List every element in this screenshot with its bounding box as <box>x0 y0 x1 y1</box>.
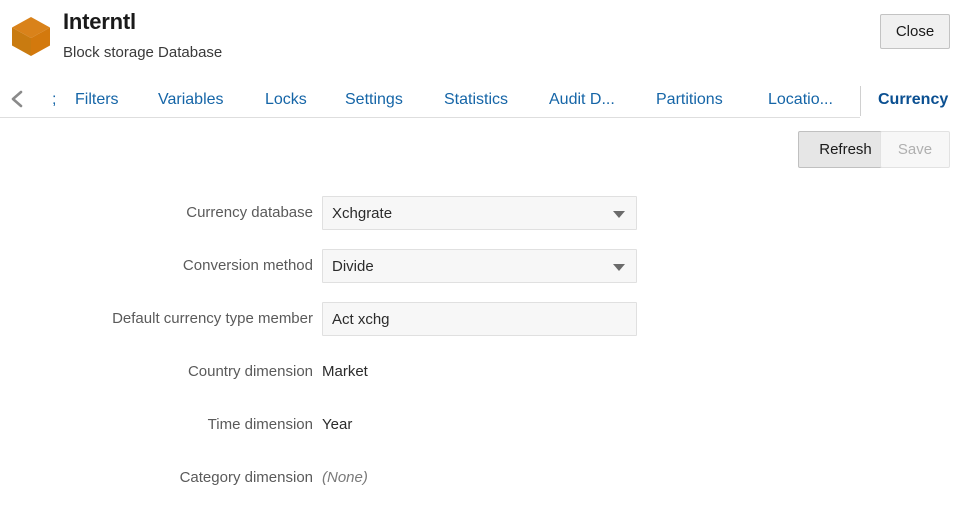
tab-locks[interactable]: Locks <box>265 85 307 115</box>
tab-settings[interactable]: Settings <box>345 85 403 115</box>
form-row-control: Act xchg <box>322 302 637 336</box>
dropdown-select[interactable]: Divide <box>322 249 637 283</box>
form-row-label: Category dimension <box>179 469 313 486</box>
text-input[interactable]: Act xchg <box>322 302 637 336</box>
form-row-control: Year <box>322 408 352 442</box>
tab-variables[interactable]: Variables <box>158 85 224 115</box>
tab-statistics[interactable]: Statistics <box>444 85 508 115</box>
readonly-value: (None) <box>322 469 368 486</box>
tab-currency[interactable]: Currency <box>878 85 948 115</box>
page-title: Interntl <box>63 9 136 34</box>
form-row-label: Currency database <box>186 204 313 221</box>
tab-locatio[interactable]: Locatio... <box>768 85 833 115</box>
form-row: Category dimension (None) <box>0 461 957 514</box>
save-button: Save <box>880 131 950 168</box>
field-value: Act xchg <box>332 311 390 328</box>
tab-[interactable]: ; <box>52 85 56 115</box>
form-row-control: Xchgrate <box>322 196 637 230</box>
form-row-control: Divide <box>322 249 637 283</box>
form-row: Time dimension Year <box>0 408 957 461</box>
form-row-label: Default currency type member <box>112 310 313 327</box>
form-row-label: Time dimension <box>207 416 313 433</box>
field-value: Xchgrate <box>332 205 393 222</box>
cube-icon <box>10 14 52 58</box>
readonly-value: Market <box>322 363 368 380</box>
form-row: Currency database Xchgrate <box>0 196 957 249</box>
chevron-down-icon[interactable] <box>613 211 625 218</box>
chevron-down-icon[interactable] <box>613 264 625 271</box>
form-row-control: (None) <box>322 461 368 495</box>
form-row: Conversion method Divide <box>0 249 957 302</box>
close-button[interactable]: Close <box>880 14 950 49</box>
form-row: Country dimension Market <box>0 355 957 408</box>
tabs-scroll-left-button[interactable] <box>6 85 28 113</box>
tab-partitions[interactable]: Partitions <box>656 85 723 115</box>
form-row-label: Conversion method <box>182 257 313 274</box>
tab-divider <box>860 86 861 116</box>
page-subtitle: Block storage Database <box>63 44 223 61</box>
form-row-label: Country dimension <box>187 363 313 380</box>
readonly-value: Year <box>322 416 353 433</box>
field-value: Divide <box>332 258 374 275</box>
form-row-control: Market <box>322 355 368 389</box>
refresh-button[interactable]: Refresh <box>798 131 893 168</box>
chevron-left-icon <box>11 90 23 108</box>
dropdown-select[interactable]: Xchgrate <box>322 196 637 230</box>
tab-audit-d[interactable]: Audit D... <box>549 85 615 115</box>
window-header: Interntl Block storage Database Close <box>0 0 957 82</box>
currency-form: Currency database Xchgrate Conversion meth… <box>0 196 957 514</box>
tab-filters[interactable]: Filters <box>75 85 119 115</box>
header-title-group: Interntl Block storage Database <box>63 8 222 64</box>
form-row: Default currency type member Act xchg <box>0 302 957 355</box>
